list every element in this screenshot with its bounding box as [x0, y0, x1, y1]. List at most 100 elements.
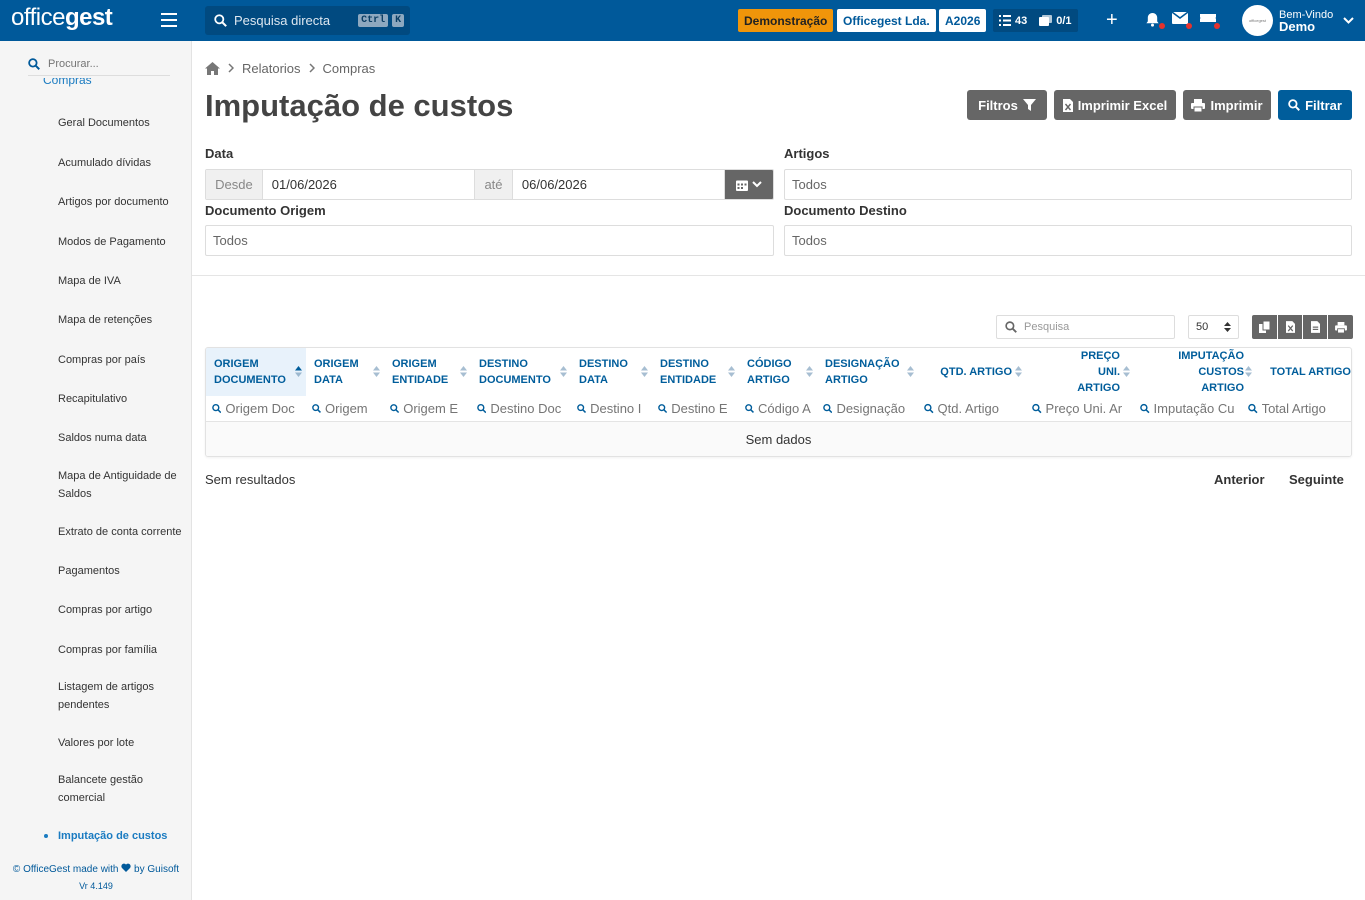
breadcrumb-compras[interactable]: Compras	[323, 61, 376, 76]
print-table-button[interactable]	[1328, 315, 1353, 339]
logo[interactable]: officegest	[11, 4, 113, 32]
home-icon[interactable]	[205, 62, 220, 75]
sidebar-search-input[interactable]	[48, 57, 158, 70]
notifications-button[interactable]	[1145, 12, 1165, 29]
column-header-preco-uni-artigo[interactable]: PREÇO UNI. ARTIGO	[1026, 348, 1134, 396]
quick-search-button[interactable]: Pesquisa directa Ctrl K	[205, 6, 410, 35]
menu-toggle-button[interactable]	[161, 13, 177, 27]
envelope-icon	[1171, 11, 1189, 24]
column-header-destino-documento[interactable]: DESTINO DOCUMENTO	[471, 348, 571, 396]
date-to-input[interactable]: 06/06/2026	[512, 170, 726, 199]
breadcrumb-relatorios[interactable]: Relatorios	[242, 61, 301, 76]
copy-icon	[1259, 321, 1270, 333]
column-filter-designacao-artigo[interactable]	[817, 396, 918, 421]
documents-count: 0/1	[1056, 14, 1072, 27]
sidebar-item-balancete-gestao-comercial[interactable]: Balancete gestão comercial	[58, 771, 190, 807]
print-excel-button[interactable]: Imprimir Excel	[1054, 90, 1176, 120]
sidebar-item-acumulado-dividas[interactable]: Acumulado dívidas	[58, 154, 190, 172]
sidebar-item-recapitulativo[interactable]: Recapitulativo	[58, 390, 190, 408]
sidebar-item-modos-de-pagamento[interactable]: Modos de Pagamento	[58, 233, 190, 251]
export-buttons	[1252, 315, 1353, 339]
sidebar-item-compras-por-artigo[interactable]: Compras por artigo	[58, 601, 190, 619]
column-filter-codigo-artigo[interactable]	[739, 396, 817, 421]
column-filter-input[interactable]	[758, 401, 817, 416]
column-header-designacao-artigo[interactable]: DESIGNAÇÃO ARTIGO	[817, 348, 918, 396]
date-picker-button[interactable]	[725, 170, 773, 199]
column-filter-input[interactable]	[937, 401, 1026, 416]
column-filter-input[interactable]	[325, 401, 384, 416]
sidebar-item-artigos-por-documento[interactable]: Artigos por documento	[58, 193, 190, 211]
previous-page-button[interactable]: Anterior	[1214, 472, 1265, 487]
column-filter-destino-documento[interactable]	[471, 396, 571, 421]
column-header-origem-documento[interactable]: ORIGEM DOCUMENTO	[206, 348, 306, 396]
company-badge[interactable]: Officegest Lda.	[837, 9, 936, 32]
sidebar-item-saldos-numa-data[interactable]: Saldos numa data	[58, 429, 190, 447]
documents-counter[interactable]: 0/1	[1033, 15, 1077, 27]
next-page-button[interactable]: Seguinte	[1289, 472, 1344, 487]
sidebar-item-listagem-artigos-pendentes[interactable]: Listagem de artigos pendentes	[58, 678, 190, 714]
column-header-destino-entidade[interactable]: DESTINO ENTIDADE	[652, 348, 739, 396]
column-filter-input[interactable]	[490, 401, 571, 416]
date-from-input[interactable]: 01/06/2026	[262, 170, 476, 199]
search-icon	[1248, 403, 1258, 414]
column-header-origem-entidade[interactable]: ORIGEM ENTIDADE	[384, 348, 471, 396]
column-filter-total-artigo[interactable]	[1242, 396, 1351, 421]
filters-button[interactable]: Filtros	[967, 90, 1047, 120]
sidebar-item-valores-por-lote[interactable]: Valores por lote	[58, 734, 190, 752]
sidebar-item-mapa-antiguidade-saldos[interactable]: Mapa de Antiguidade de Saldos	[58, 467, 190, 503]
column-filter-origem-entidade[interactable]	[384, 396, 471, 421]
column-filter-input[interactable]	[403, 401, 471, 416]
user-menu[interactable]: officegest Bem-Vindo Demo	[1242, 5, 1354, 36]
column-filter-origem-data[interactable]	[306, 396, 384, 421]
filter-button-label: Filtrar	[1305, 97, 1342, 113]
sort-icon	[1224, 322, 1231, 332]
column-header-destino-data[interactable]: DESTINO DATA	[571, 348, 652, 396]
column-filter-origem-documento[interactable]	[206, 396, 306, 421]
column-filter-input[interactable]	[671, 401, 739, 416]
column-filter-input[interactable]	[1153, 401, 1242, 416]
column-filter-destino-data[interactable]	[571, 396, 652, 421]
sidebar-item-pagamentos[interactable]: Pagamentos	[58, 562, 190, 580]
column-filter-destino-entidade[interactable]	[652, 396, 739, 421]
excel-export-button[interactable]	[1278, 315, 1302, 339]
add-button[interactable]: +	[1106, 9, 1118, 31]
sidebar-item-extrato-conta-corrente[interactable]: Extrato de conta corrente	[58, 523, 190, 541]
chevron-down-icon	[752, 181, 762, 188]
column-header-imputacao-custos-artigo[interactable]: IMPUTAÇÃO CUSTOS ARTIGO	[1134, 348, 1252, 396]
column-filter-input[interactable]	[1045, 401, 1134, 416]
column-filter-input[interactable]	[590, 401, 652, 416]
print-button[interactable]: Imprimir	[1183, 90, 1271, 120]
tasks-counter[interactable]: 43	[993, 15, 1033, 27]
sidebar-item-imputacao-de-custos[interactable]: Imputação de custos	[44, 827, 190, 845]
destination-document-select[interactable]: Todos	[784, 225, 1352, 256]
year-badge[interactable]: A2026	[939, 9, 987, 32]
column-header-codigo-artigo[interactable]: CÓDIGO ARTIGO	[739, 348, 817, 396]
pdf-export-button[interactable]	[1303, 315, 1327, 339]
column-filter-input[interactable]	[1261, 401, 1351, 416]
sidebar-item-compras-por-familia[interactable]: Compras por família	[58, 641, 190, 659]
column-filter-qtd-artigo[interactable]	[918, 396, 1026, 421]
column-filter-input[interactable]	[225, 401, 306, 416]
column-filter-preco-uni-artigo[interactable]	[1026, 396, 1134, 421]
sidebar-search[interactable]	[28, 52, 170, 76]
origin-document-select[interactable]: Todos	[205, 225, 774, 256]
sidebar-item-mapa-de-retencoes[interactable]: Mapa de retenções	[58, 311, 190, 329]
sidebar-item-geral-documentos[interactable]: Geral Documentos	[58, 114, 190, 132]
page-size-select[interactable]: 50	[1188, 315, 1239, 339]
column-header-origem-data[interactable]: ORIGEM DATA	[306, 348, 384, 396]
sidebar-item-mapa-de-iva[interactable]: Mapa de IVA	[58, 272, 190, 290]
articles-select[interactable]: Todos	[784, 169, 1352, 200]
messages-button[interactable]	[1171, 11, 1192, 29]
column-filter-input[interactable]	[836, 401, 918, 416]
demo-badge[interactable]: Demonstração	[738, 9, 834, 32]
column-header-total-artigo[interactable]: TOTAL ARTIGO	[1246, 348, 1351, 396]
copy-button[interactable]	[1252, 315, 1277, 339]
tickets-button[interactable]	[1200, 12, 1220, 29]
sidebar-item-compras-por-pais[interactable]: Compras por país	[58, 351, 190, 369]
filter-button[interactable]: Filtrar	[1278, 90, 1352, 120]
column-header-qtd-artigo[interactable]: QTD. ARTIGO	[918, 348, 1026, 396]
table-search[interactable]: Pesquisa	[996, 315, 1175, 339]
sort-icon	[560, 366, 567, 377]
sidebar-section-compras[interactable]: Compras	[43, 78, 92, 90]
column-filter-imputacao-custos-artigo[interactable]	[1134, 396, 1242, 421]
